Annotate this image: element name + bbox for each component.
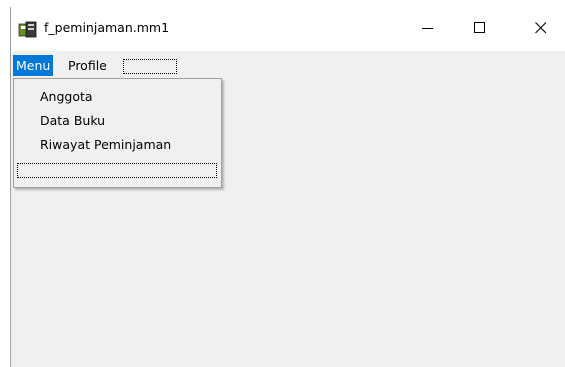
menu-dropdown: Anggota Data Buku Riwayat Peminjaman: [13, 78, 222, 188]
menu-item-empty-placeholder[interactable]: [17, 163, 217, 178]
minimize-button[interactable]: [405, 7, 451, 51]
window-title: f_peminjaman.mm1: [44, 20, 170, 35]
menu-menu[interactable]: Menu: [13, 55, 54, 76]
minimize-icon: [422, 22, 434, 37]
menu-item-data-buku[interactable]: Data Buku: [15, 109, 220, 133]
menu-profile[interactable]: Profile: [65, 55, 110, 76]
title-bar[interactable]: f_peminjaman.mm1: [11, 7, 565, 51]
app-icon[interactable]: [18, 21, 38, 39]
menu-item-riwayat-peminjaman[interactable]: Riwayat Peminjaman: [15, 133, 220, 157]
close-icon: [535, 21, 547, 37]
maximize-icon: [474, 21, 486, 37]
app-window: f_peminjaman.mm1 Menu Profile Anggota Da…: [10, 7, 565, 367]
menu-bar: Menu Profile: [11, 53, 565, 78]
maximize-button[interactable]: [457, 7, 503, 51]
menu-empty-placeholder[interactable]: [123, 59, 177, 74]
menu-item-anggota[interactable]: Anggota: [15, 85, 220, 109]
close-button[interactable]: [518, 7, 564, 51]
